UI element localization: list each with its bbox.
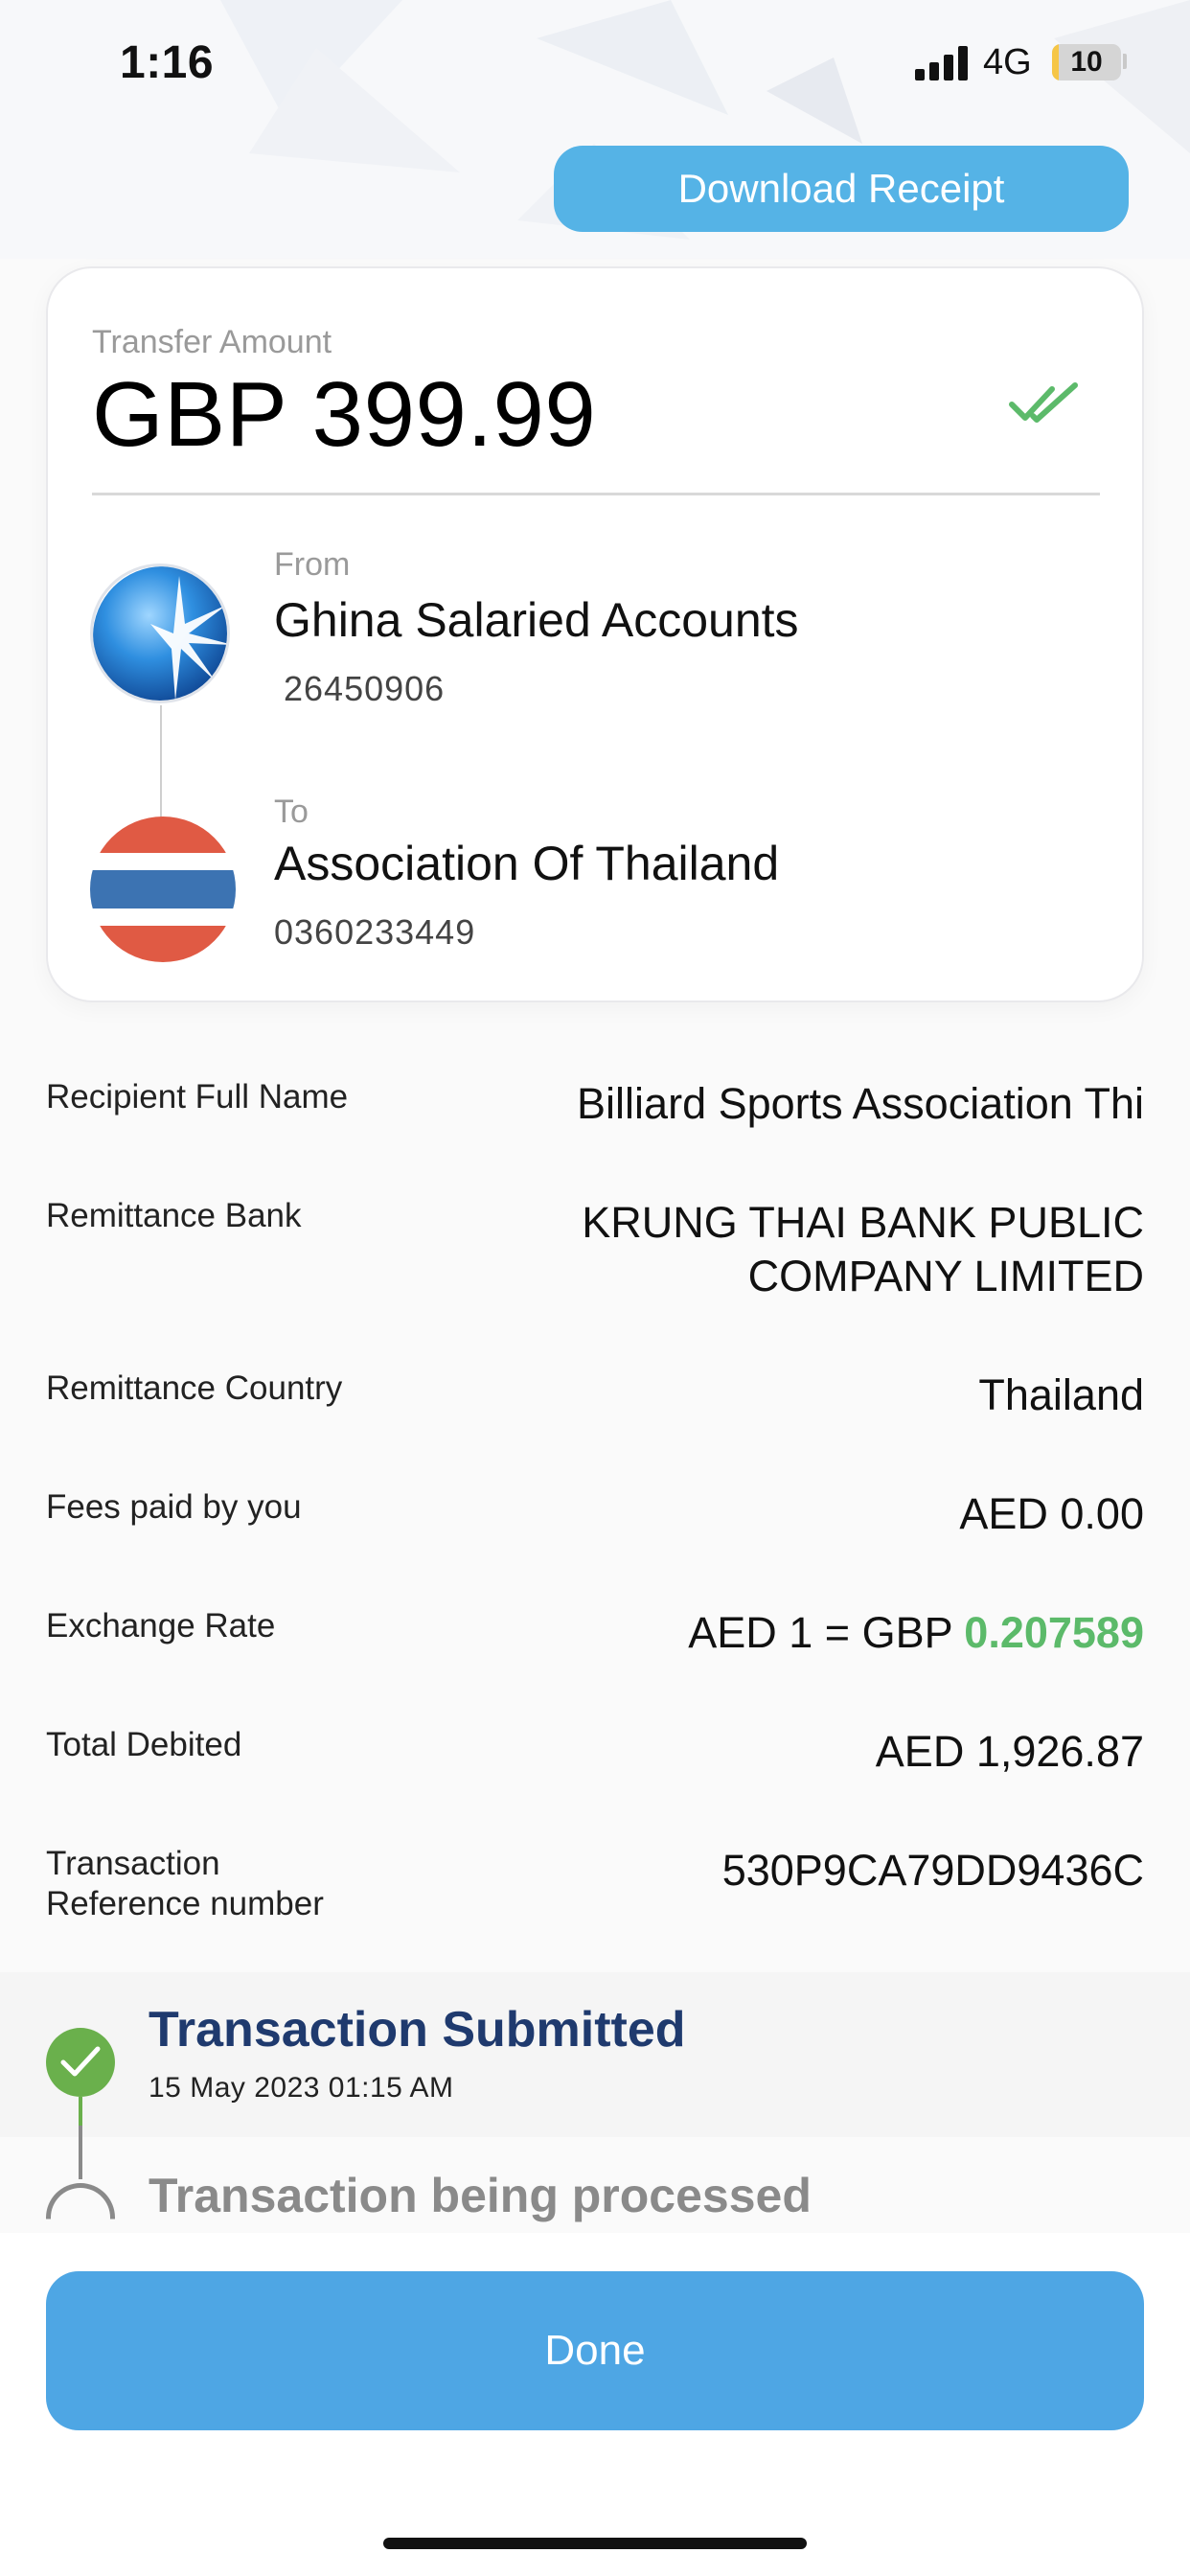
detail-value: 530P9CA79DD9436C (721, 1846, 1144, 1895)
thailand-flag-icon (90, 816, 236, 962)
detail-label: Recipient Full Name (46, 1078, 349, 1116)
detail-label: Exchange Rate (46, 1607, 276, 1644)
battery-level: 10 (1070, 46, 1103, 78)
battery-icon: 10 (1052, 44, 1121, 80)
detail-value: KRUNG THAI BANK PUBLIC COMPANY LIMITED (454, 1196, 1144, 1303)
detail-label: Total Debited (46, 1726, 242, 1763)
detail-label: Transaction Reference number (46, 1844, 410, 1924)
status-submitted-title: Transaction Submitted (149, 2002, 686, 2058)
detail-value: Billiard Sports Association Thi (577, 1079, 1144, 1128)
detail-value: AED 1,926.87 (875, 1727, 1144, 1776)
check-circle-icon (46, 2028, 115, 2097)
double-check-icon (1009, 382, 1078, 423)
sender-bank-logo (90, 564, 230, 703)
sender-account-name: Ghina Salaried Accounts (274, 593, 799, 647)
status-submitted-date: 15 May 2023 01:15 AM (149, 2072, 454, 2104)
transfer-connector-line (160, 705, 162, 818)
exchange-rate-value: 0.207589 (964, 1608, 1144, 1657)
sender-account-number: 26450906 (284, 669, 446, 708)
reference-label-line2: Reference number (46, 1885, 324, 1922)
transfer-summary-card: Transfer Amount GBP 399.99 From Ghina Sa… (46, 266, 1144, 1002)
card-divider (92, 493, 1100, 495)
cellular-signal-icon (915, 46, 969, 80)
transfer-amount: GBP 399.99 (92, 363, 597, 466)
bank-name-line1: KRUNG THAI BANK PUBLIC (582, 1198, 1144, 1247)
detail-label: Remittance Bank (46, 1197, 302, 1234)
status-time: 1:16 (120, 37, 215, 88)
transfer-receipt-screen: 1:16 4G 10 Download Receipt Transfer Amo… (0, 0, 1190, 2576)
transfer-amount-label: Transfer Amount (92, 324, 332, 360)
bank-name-line2: COMPANY LIMITED (747, 1252, 1144, 1300)
exchange-rate-prefix: AED 1 = GBP (688, 1608, 965, 1657)
recipient-account-name: Association Of Thailand (274, 837, 780, 890)
battery-cap (1123, 54, 1127, 69)
status-bar: 1:16 4G 10 (0, 0, 1190, 129)
download-receipt-button[interactable]: Download Receipt (554, 146, 1129, 232)
home-indicator (383, 2538, 807, 2549)
timeline-connector (79, 2097, 82, 2179)
detail-value: AED 0.00 (959, 1489, 1144, 1538)
detail-value: AED 1 = GBP 0.207589 (454, 1606, 1144, 1660)
done-button[interactable]: Done (46, 2271, 1144, 2430)
status-processing-title: Transaction being processed (149, 2169, 812, 2222)
reference-label-line1: Transaction (46, 1845, 220, 1882)
recipient-account-number: 0360233449 (274, 912, 476, 952)
detail-value: Thailand (978, 1370, 1144, 1419)
detail-label: Remittance Country (46, 1369, 343, 1407)
from-label: From (274, 546, 351, 583)
detail-label: Fees paid by you (46, 1488, 302, 1526)
network-type: 4G (983, 42, 1032, 82)
to-label: To (274, 794, 309, 830)
